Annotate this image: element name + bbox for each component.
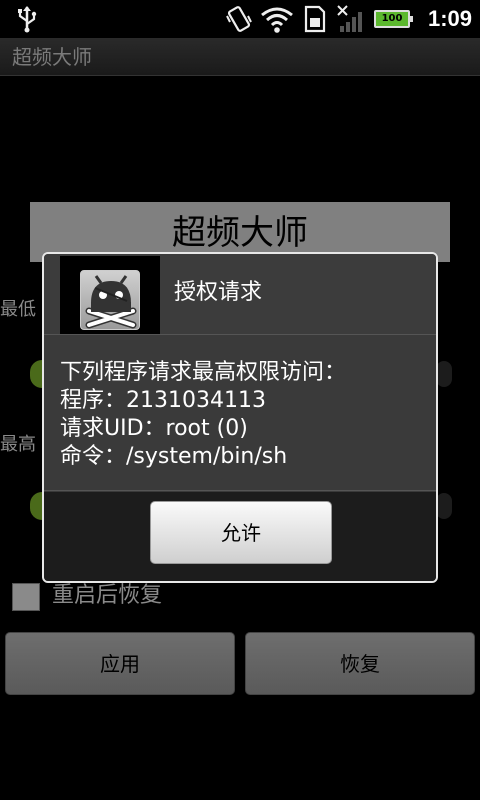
status-bar: 100 1:09 [0,0,480,38]
superuser-request-dialog: 授权请求 下列程序请求最高权限访问： 程序：2131034113 请求UID：r… [42,252,438,583]
dialog-icon-frame [60,256,160,334]
restore-on-reboot-checkbox[interactable] [12,583,40,611]
vibrate-icon [224,4,254,34]
dialog-header: 授权请求 [44,254,436,335]
min-frequency-label: 最低 [0,299,36,320]
dialog-message-line: 下列程序请求最高权限访问： [60,360,347,385]
dialog-title: 授权请求 [174,280,263,305]
app-title: 超频大师 [12,45,92,69]
clock: 1:09 [427,6,472,31]
dialog-uid-line: 请求UID：root (0) [60,416,248,441]
battery-level: 100 [381,13,403,24]
min-slider-track-end [436,361,452,387]
restore-button[interactable]: 恢复 [245,632,475,695]
dialog-command-line: 命令：/system/bin/sh [60,444,288,469]
dialog-program-line: 程序：2131034113 [60,388,266,413]
apply-button[interactable]: 应用 [5,632,235,695]
usb-icon [14,4,40,34]
wifi-icon [260,4,294,34]
signal-off-icon [336,4,368,34]
app-title-bar: 超频大师 [0,38,480,76]
sim-icon [302,4,328,34]
dialog-button-bar: 允许 [44,492,436,581]
restore-on-reboot-label: 重启后恢复 [52,583,163,608]
max-frequency-label: 最高 [0,434,36,455]
max-slider-track-end [436,493,452,519]
allow-button[interactable]: 允许 [150,501,332,564]
battery-icon: 100 [374,10,413,28]
dialog-message: 下列程序请求最高权限访问： 程序：2131034113 请求UID：root (… [44,335,436,491]
superuser-pirate-icon [80,270,140,330]
